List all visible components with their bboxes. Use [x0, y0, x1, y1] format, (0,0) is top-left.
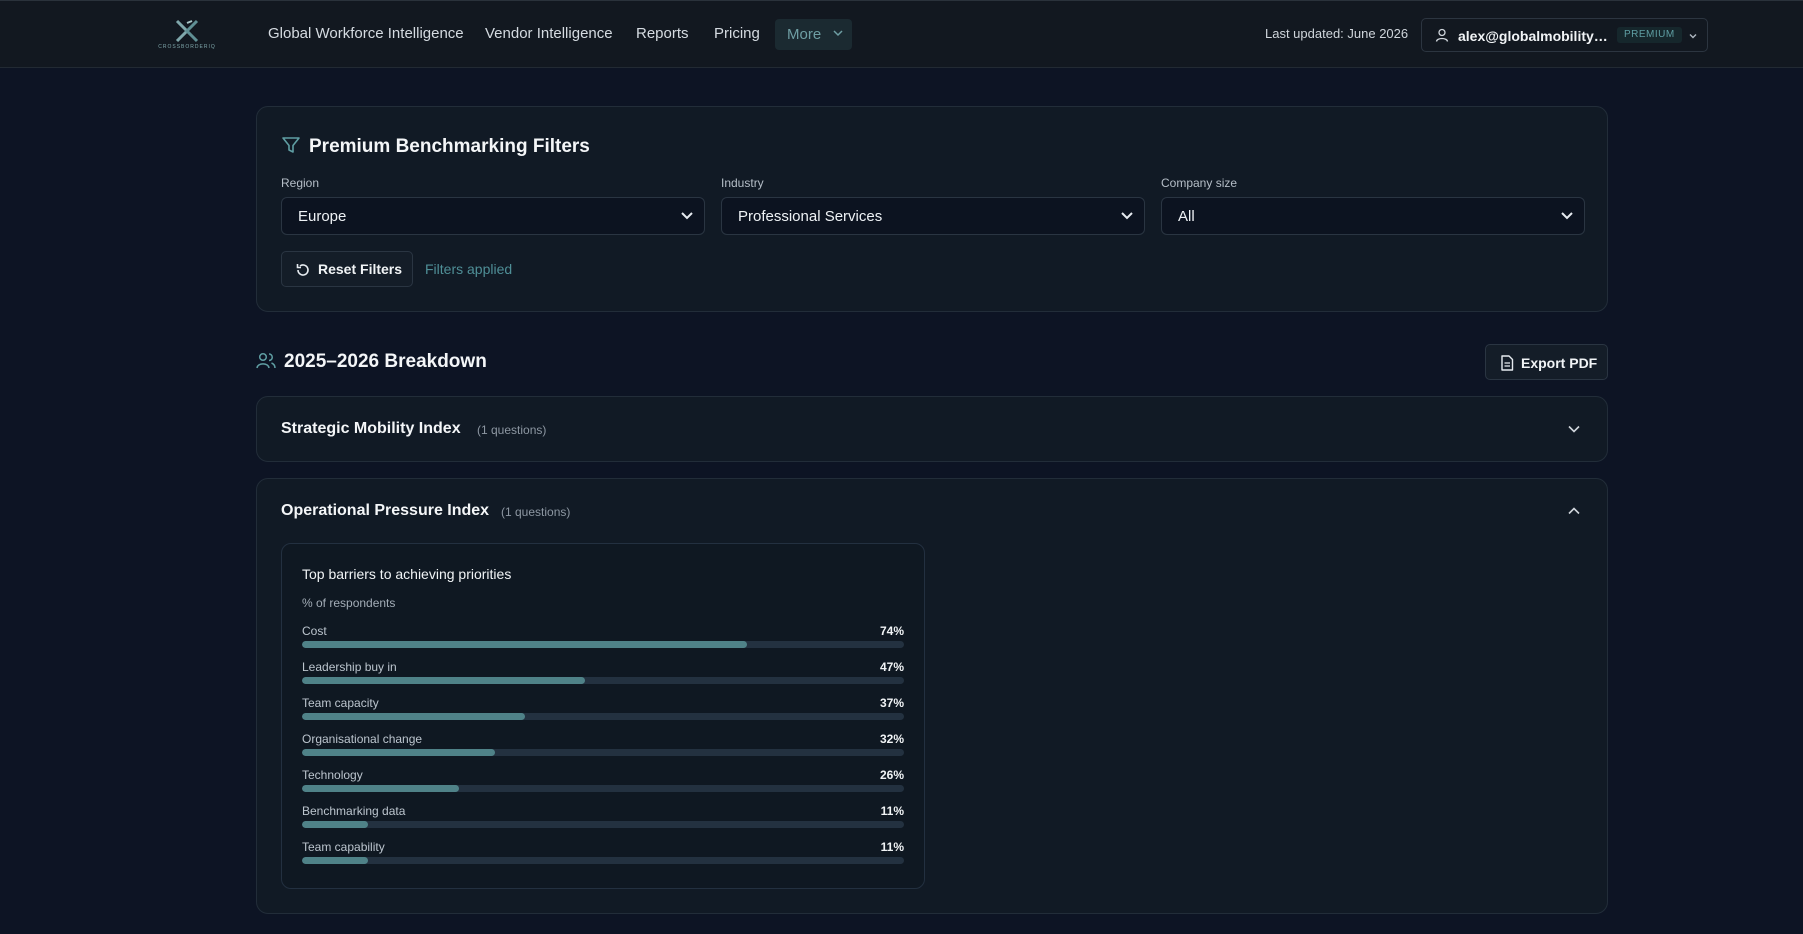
bar-value: 26% [879, 768, 904, 782]
question-count: (1 questions) [477, 423, 547, 437]
accordion-operational-pressure-index: Operational Pressure Index (1 questions)… [256, 478, 1608, 914]
section-title: Strategic Mobility Index [281, 420, 461, 437]
user-email: alex@globalmobilityexchange.com [1458, 28, 1608, 44]
bar-label: Leadership buy in [302, 660, 397, 674]
company-size-label: Company size [1161, 176, 1238, 190]
bar-row: Cost 74% [302, 624, 904, 652]
bar-fill [302, 641, 748, 648]
filter-icon [282, 137, 300, 153]
last-updated-text: Last updated: June 2026 [1265, 26, 1409, 41]
industry-value: Professional Services [738, 208, 883, 225]
breakdown-title: 2025–2026 Breakdown [284, 351, 487, 372]
chevron-down-icon [681, 212, 693, 220]
export-pdf-button[interactable]: Export PDF [1485, 344, 1608, 380]
bar-row: Team capability 11% [302, 840, 904, 868]
region-label: Region [281, 176, 320, 190]
bar-row: Organisational change 32% [302, 732, 904, 760]
section-title[interactable]: Operational Pressure Index [281, 502, 489, 520]
bar-track [302, 857, 904, 864]
industry-label: Industry [721, 176, 764, 190]
reset-filters-label: Reset Filters [318, 261, 403, 277]
region-select[interactable]: Europe [281, 197, 705, 235]
bar-track [302, 641, 904, 648]
logo-text: CROSSBORDERIQ [158, 44, 216, 50]
bar-label: Team capability [302, 840, 385, 854]
bar-fill [302, 821, 369, 828]
nav-more-label: More [787, 26, 822, 43]
export-pdf-label: Export PDF [1521, 355, 1598, 371]
bar-fill [302, 857, 369, 864]
bar-label: Cost [302, 624, 327, 638]
reset-filters-button[interactable]: Reset Filters [281, 251, 413, 287]
company-size-select[interactable]: All [1161, 197, 1585, 235]
bar-track [302, 713, 904, 720]
bar-fill [302, 785, 459, 792]
question-count: (1 questions) [501, 505, 571, 519]
nav-global-workforce-intelligence[interactable]: Global Workforce Intelligence [268, 25, 464, 42]
nav-reports[interactable]: Reports [636, 25, 689, 42]
benchmarking-filters-panel: Premium Benchmarking Filters Region Euro… [256, 106, 1608, 312]
chart-title: Top barriers to achieving priorities [302, 566, 512, 582]
logo-mark-icon [175, 19, 199, 43]
bar-fill [302, 677, 585, 684]
chevron-down-icon [1561, 212, 1573, 220]
filters-applied-status: Filters applied [425, 261, 513, 277]
bar-label: Technology [302, 768, 363, 782]
bar-label: Benchmarking data [302, 804, 406, 818]
bar-fill [302, 713, 525, 720]
user-menu-button[interactable]: alex@globalmobilityexchange.com PREMIUM [1421, 18, 1708, 52]
top-navigation-bar: CROSSBORDERIQ Global Workforce Intellige… [0, 0, 1803, 68]
crossborderiq-logo[interactable]: CROSSBORDERIQ [156, 19, 218, 53]
bar-value: 47% [879, 660, 904, 674]
bar-value: 37% [879, 696, 904, 710]
industry-select[interactable]: Professional Services [721, 197, 1145, 235]
nav-vendor-intelligence[interactable]: Vendor Intelligence [485, 25, 613, 42]
bar-row: Benchmarking data 11% [302, 804, 904, 832]
chevron-down-icon [833, 30, 843, 37]
user-icon [1435, 28, 1449, 42]
bar-label: Team capacity [302, 696, 379, 710]
chevron-down-icon [1568, 425, 1580, 433]
bar-value: 11% [880, 840, 904, 854]
company-size-value: All [1178, 208, 1195, 225]
chevron-down-icon [1121, 212, 1133, 220]
filters-title: Premium Benchmarking Filters [309, 136, 590, 157]
document-icon [1501, 355, 1514, 371]
region-value: Europe [298, 208, 347, 225]
bar-row: Technology 26% [302, 768, 904, 796]
users-icon [256, 352, 276, 369]
bar-track [302, 677, 904, 684]
bar-row: Leadership buy in 47% [302, 660, 904, 688]
nav-more-button[interactable]: More [775, 19, 852, 50]
bar-fill [302, 749, 495, 756]
premium-badge: PREMIUM [1617, 27, 1682, 43]
barriers-chart-card: Top barriers to achieving priorities % o… [281, 543, 925, 889]
bar-track [302, 749, 904, 756]
reset-icon [296, 264, 309, 276]
bar-row: Team capacity 37% [302, 696, 904, 724]
bar-value: 11% [880, 804, 904, 818]
bar-value: 32% [879, 732, 904, 746]
bar-track [302, 821, 904, 828]
chart-subtitle: % of respondents [302, 596, 396, 610]
nav-pricing[interactable]: Pricing [714, 25, 760, 42]
bar-value: 74% [879, 624, 904, 638]
bar-track [302, 785, 904, 792]
bar-label: Organisational change [302, 732, 423, 746]
chevron-down-icon [1689, 34, 1697, 39]
chevron-up-icon[interactable] [1567, 506, 1581, 516]
accordion-strategic-mobility-index[interactable]: Strategic Mobility Index (1 questions) [256, 396, 1608, 462]
